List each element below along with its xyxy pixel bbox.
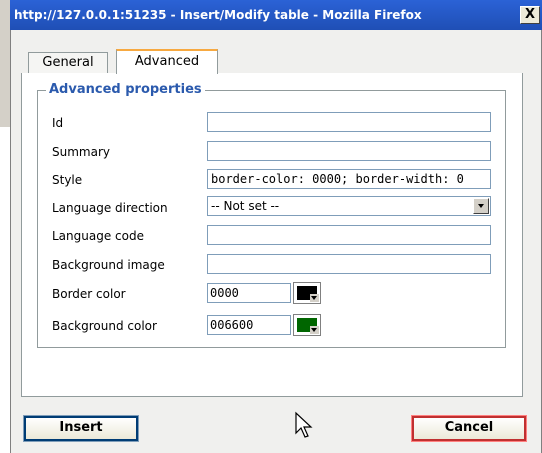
window-frame-left xyxy=(10,30,11,453)
close-icon: X xyxy=(524,7,536,22)
cancel-button[interactable]: Cancel xyxy=(411,415,527,442)
window-title: http://127.0.0.1:51235 - Insert/Modify t… xyxy=(14,8,422,22)
tab-general[interactable]: General xyxy=(28,52,108,73)
background-color-picker[interactable] xyxy=(293,314,321,336)
style-input[interactable]: border-color: 0000; border-width: 0 xyxy=(207,169,491,189)
background-image-input[interactable] xyxy=(207,254,491,274)
dropdown-arrow-icon xyxy=(310,294,319,302)
background-image-label: Background image xyxy=(52,258,165,272)
cancel-button-label: Cancel xyxy=(444,420,494,435)
border-color-picker[interactable] xyxy=(293,282,321,304)
background-color-label: Background color xyxy=(52,319,157,333)
id-input[interactable] xyxy=(207,112,491,132)
background-color-input[interactable]: 006600 xyxy=(207,315,291,335)
fieldset-legend: Advanced properties xyxy=(46,82,205,98)
mouse-pointer-icon xyxy=(295,411,313,438)
insert-button-label: Insert xyxy=(59,420,103,435)
id-label: Id xyxy=(52,116,64,130)
border-color-swatch xyxy=(297,286,319,302)
border-color-input[interactable]: 0000 xyxy=(207,283,291,303)
chevron-down-icon[interactable] xyxy=(473,198,489,214)
summary-label: Summary xyxy=(52,145,110,159)
language-direction-select[interactable]: -- Not set -- xyxy=(207,196,491,216)
style-label: Style xyxy=(52,173,83,187)
window-titlebar[interactable]: http://127.0.0.1:51235 - Insert/Modify t… xyxy=(10,0,542,30)
tab-general-label: General xyxy=(42,55,94,70)
background-color-swatch xyxy=(297,318,319,334)
tab-advanced[interactable]: Advanced xyxy=(116,49,218,74)
close-button[interactable]: X xyxy=(520,6,540,24)
background-window-area xyxy=(0,127,10,453)
summary-input[interactable] xyxy=(207,141,491,161)
insert-button[interactable]: Insert xyxy=(23,415,139,442)
language-direction-value: -- Not set -- xyxy=(211,199,280,213)
language-direction-label: Language direction xyxy=(52,201,168,215)
dropdown-arrow-icon xyxy=(310,326,319,334)
border-color-label: Border color xyxy=(52,287,126,301)
tab-advanced-label: Advanced xyxy=(134,54,200,69)
language-code-input[interactable] xyxy=(207,225,491,245)
language-code-label: Language code xyxy=(52,229,144,243)
